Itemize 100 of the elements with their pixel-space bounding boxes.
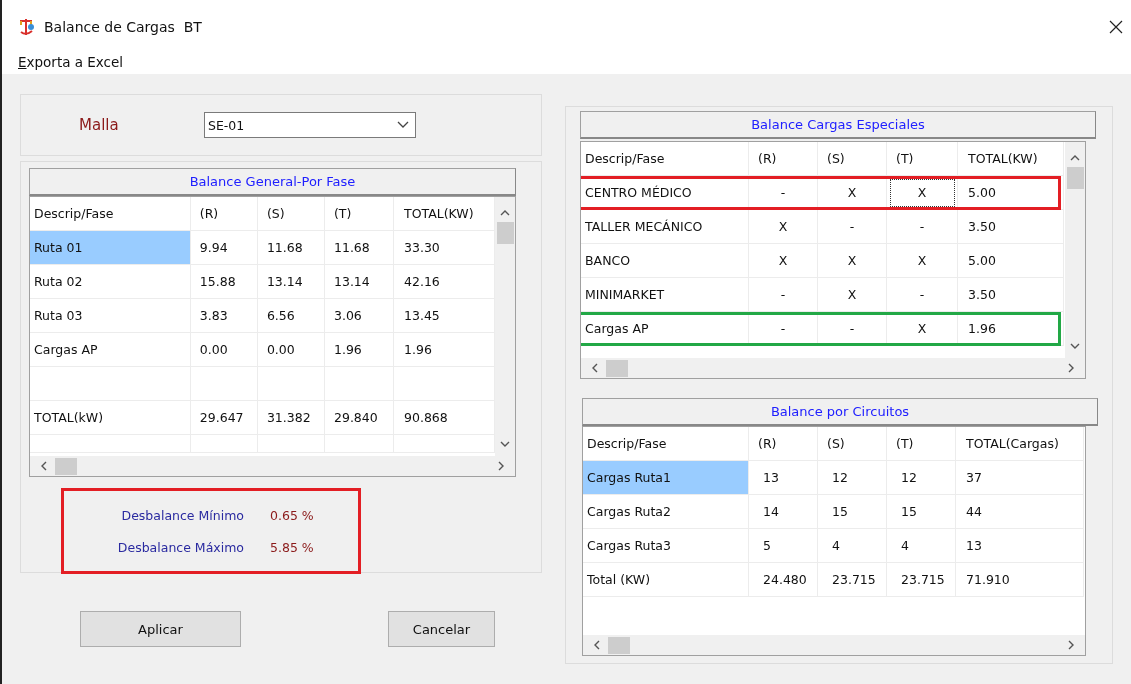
column-header[interactable]: (R) bbox=[190, 197, 258, 231]
table-cell[interactable]: 13 bbox=[956, 529, 1084, 563]
table-cell[interactable]: 23.715 bbox=[818, 563, 887, 597]
table-cell[interactable]: X bbox=[818, 244, 887, 278]
chevron-left-icon[interactable] bbox=[591, 363, 598, 373]
scroll-thumb[interactable] bbox=[608, 636, 630, 654]
table-cell[interactable]: 15 bbox=[887, 495, 956, 529]
table-cell[interactable]: 0.00 bbox=[190, 333, 258, 367]
table-cell[interactable]: 5.00 bbox=[958, 244, 1064, 278]
table-cell[interactable]: TALLER MECÁNICO bbox=[581, 210, 749, 244]
dialog-button[interactable]: Cancelar bbox=[388, 611, 495, 647]
table-cell[interactable]: 9.94 bbox=[190, 231, 258, 265]
table-cell[interactable]: 71.910 bbox=[956, 563, 1084, 597]
chevron-left-icon[interactable] bbox=[593, 640, 600, 650]
chevron-up-icon[interactable] bbox=[500, 209, 510, 216]
table-cell[interactable]: Ruta 03 bbox=[30, 299, 191, 333]
table-cell[interactable] bbox=[30, 435, 191, 453]
scroll-thumb[interactable] bbox=[496, 222, 514, 244]
table-cell[interactable]: 29.840 bbox=[325, 401, 394, 435]
chevron-right-icon[interactable] bbox=[1068, 640, 1075, 650]
table-cell[interactable]: - bbox=[749, 278, 818, 312]
table-cell[interactable]: X bbox=[887, 244, 958, 278]
table-cell[interactable]: Cargas AP bbox=[581, 312, 749, 346]
table-cell[interactable]: 4 bbox=[887, 529, 956, 563]
table-cell[interactable]: Cargas Ruta1 bbox=[583, 461, 749, 495]
table-cell[interactable]: 15.88 bbox=[190, 265, 258, 299]
table-cell[interactable]: Total (KW) bbox=[583, 563, 749, 597]
table-cell[interactable]: 11.68 bbox=[325, 231, 394, 265]
table-cell[interactable]: Ruta 02 bbox=[30, 265, 191, 299]
column-header[interactable]: TOTAL(Cargas) bbox=[956, 427, 1084, 461]
scrollbar[interactable] bbox=[30, 456, 515, 476]
close-icon[interactable] bbox=[1109, 20, 1123, 34]
table-cell[interactable]: 3.06 bbox=[325, 299, 394, 333]
scrollbar[interactable] bbox=[1065, 142, 1085, 358]
table-cell[interactable]: Cargas AP bbox=[30, 333, 191, 367]
table-cell[interactable]: 24.480 bbox=[749, 563, 818, 597]
table-cell[interactable]: 13.14 bbox=[325, 265, 394, 299]
table-cell[interactable]: - bbox=[818, 312, 887, 346]
table-cell[interactable]: 14 bbox=[749, 495, 818, 529]
scroll-thumb[interactable] bbox=[55, 457, 77, 475]
table-cell[interactable]: X bbox=[818, 176, 887, 210]
menu-item[interactable]: Exporta a Excel bbox=[18, 54, 124, 74]
column-header[interactable]: TOTAL(KW) bbox=[958, 142, 1064, 176]
table-cell[interactable]: 5.00 bbox=[958, 176, 1064, 210]
scrollbar[interactable] bbox=[583, 635, 1085, 655]
table-cell[interactable]: CENTRO MÉDICO bbox=[581, 176, 749, 210]
column-header[interactable]: (S) bbox=[257, 197, 325, 231]
table-cell[interactable]: 15 bbox=[818, 495, 887, 529]
dialog-button[interactable]: Aplicar bbox=[80, 611, 241, 647]
scrollbar[interactable] bbox=[495, 197, 515, 456]
table-cell[interactable]: 6.56 bbox=[257, 299, 325, 333]
table-cell[interactable]: - bbox=[887, 210, 958, 244]
table-cell[interactable]: 13.14 bbox=[257, 265, 325, 299]
table-cell[interactable]: Cargas Ruta3 bbox=[583, 529, 749, 563]
table-cell[interactable]: Ruta 01 bbox=[30, 231, 191, 265]
chevron-right-icon[interactable] bbox=[1068, 363, 1075, 373]
dropdown[interactable]: SE-01 bbox=[204, 112, 416, 138]
table-cell[interactable]: BANCO bbox=[581, 244, 749, 278]
table-cell[interactable]: 3.50 bbox=[958, 278, 1064, 312]
table-cell[interactable]: 12 bbox=[818, 461, 887, 495]
table-cell[interactable]: 13 bbox=[749, 461, 818, 495]
table-cell[interactable]: X bbox=[887, 176, 958, 210]
chevron-down-icon[interactable] bbox=[1070, 343, 1080, 350]
column-header[interactable]: (T) bbox=[887, 142, 958, 176]
table-cell[interactable]: 5 bbox=[749, 529, 818, 563]
chevron-down-icon[interactable] bbox=[500, 441, 510, 448]
table-cell[interactable]: 1.96 bbox=[958, 312, 1064, 346]
table-cell[interactable]: 23.715 bbox=[887, 563, 956, 597]
table-cell[interactable]: - bbox=[749, 176, 818, 210]
table-cell[interactable]: X bbox=[818, 278, 887, 312]
scrollbar[interactable] bbox=[581, 358, 1085, 378]
table-cell[interactable]: TOTAL(kW) bbox=[30, 401, 191, 435]
table-cell[interactable]: 3.50 bbox=[958, 210, 1064, 244]
column-header[interactable]: (R) bbox=[749, 427, 818, 461]
table-cell[interactable]: 31.382 bbox=[257, 401, 325, 435]
table-cell[interactable]: 37 bbox=[956, 461, 1084, 495]
table-cell[interactable]: - bbox=[749, 312, 818, 346]
table-cell[interactable]: 1.96 bbox=[325, 333, 394, 367]
column-header[interactable]: (T) bbox=[325, 197, 394, 231]
table-cell[interactable]: 0.00 bbox=[257, 333, 325, 367]
table-cell[interactable]: 11.68 bbox=[257, 231, 325, 265]
table-cell[interactable]: Cargas Ruta2 bbox=[583, 495, 749, 529]
table-cell[interactable]: MINIMARKET bbox=[581, 278, 749, 312]
table-cell[interactable]: - bbox=[887, 278, 958, 312]
table-cell[interactable]: 44 bbox=[956, 495, 1084, 529]
chevron-right-icon[interactable] bbox=[498, 461, 505, 471]
table-cell[interactable]: 29.647 bbox=[190, 401, 258, 435]
chevron-left-icon[interactable] bbox=[40, 461, 47, 471]
table-cell[interactable]: X bbox=[749, 244, 818, 278]
table-cell[interactable] bbox=[30, 367, 191, 401]
table-cell[interactable]: 4 bbox=[818, 529, 887, 563]
table-cell[interactable]: X bbox=[887, 312, 958, 346]
column-header[interactable]: Descrip/Fase bbox=[581, 142, 749, 176]
scroll-thumb[interactable] bbox=[1066, 167, 1084, 189]
column-header[interactable]: (S) bbox=[818, 142, 887, 176]
column-header[interactable]: (S) bbox=[818, 427, 887, 461]
table-cell[interactable]: X bbox=[749, 210, 818, 244]
column-header[interactable]: (R) bbox=[749, 142, 818, 176]
column-header[interactable]: (T) bbox=[887, 427, 956, 461]
table-cell[interactable]: - bbox=[818, 210, 887, 244]
